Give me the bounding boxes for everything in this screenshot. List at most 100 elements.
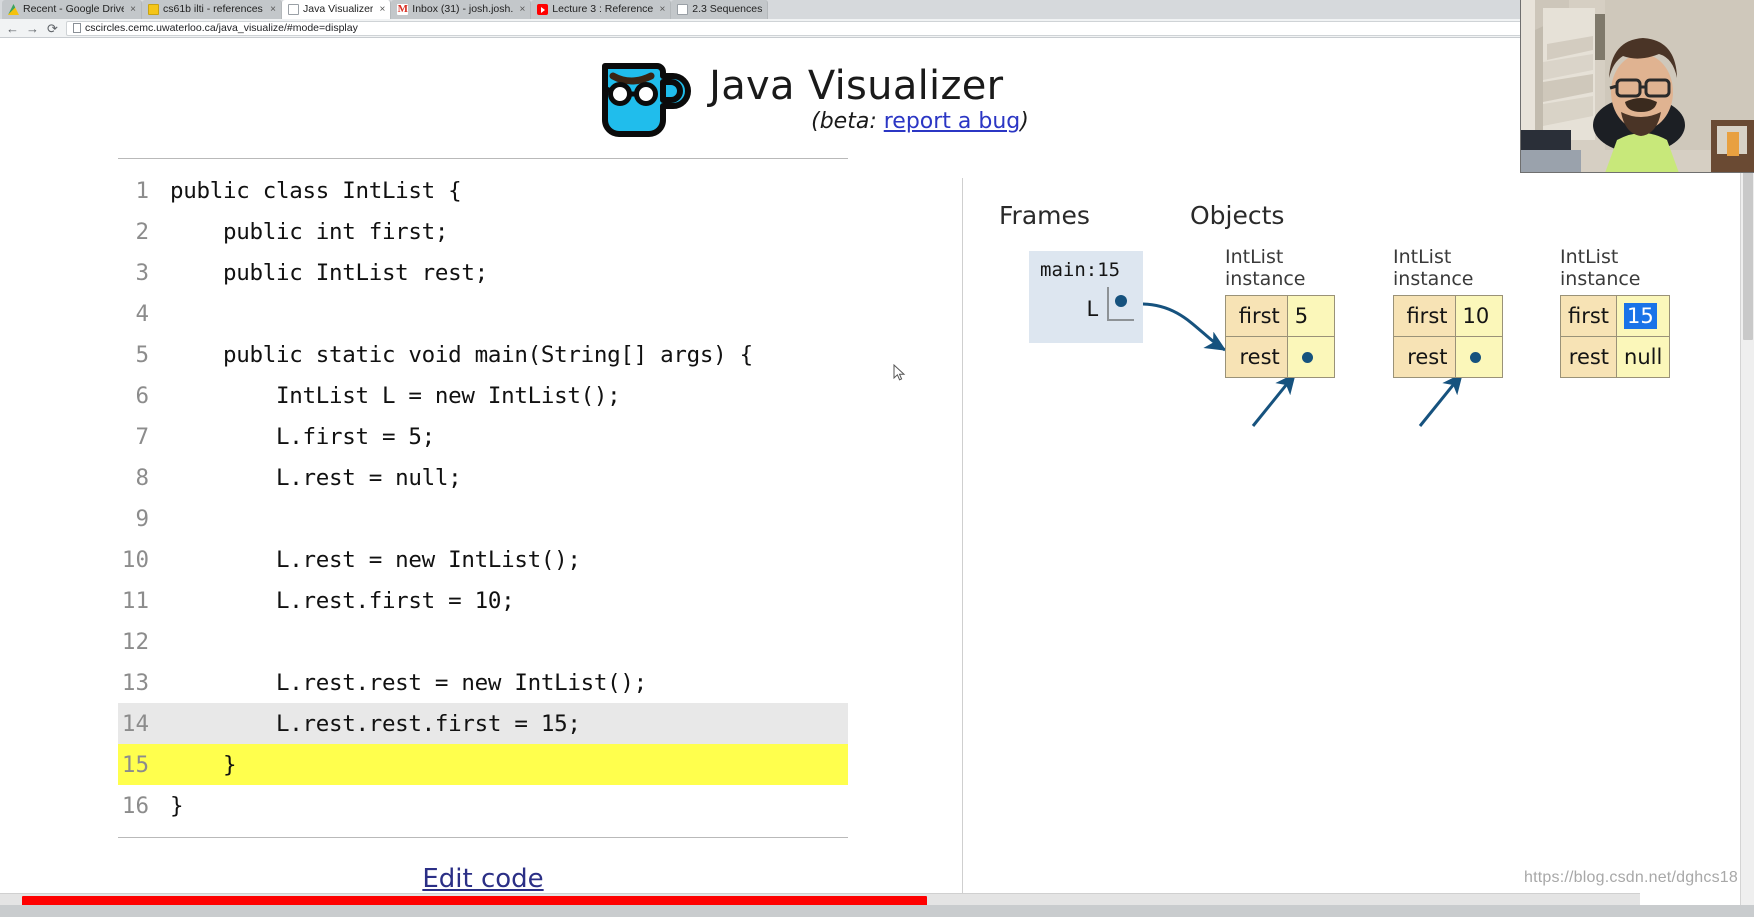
frame-variable-slot (1107, 287, 1134, 321)
code-line[interactable]: 8 L.rest = null; (118, 457, 848, 498)
object-field-name: first (1559, 295, 1618, 337)
code-line[interactable]: 6 IntList L = new IntList(); (118, 375, 848, 416)
close-icon[interactable]: × (377, 4, 385, 15)
reload-icon[interactable]: ⟳ (46, 19, 59, 38)
browser-tab[interactable]: Recent - Google Drive × (2, 0, 142, 19)
browser-nav-bar: ← → ⟳ cscircles.cemc.uwaterloo.ca/java_v… (0, 19, 1754, 38)
java-coffee-cup-glasses-icon (602, 63, 692, 137)
browser-tab[interactable]: Java Visualizer × (282, 0, 392, 19)
object-field-row: first 15 (1559, 295, 1671, 337)
beta-suffix: ) (1020, 109, 1029, 134)
gmail-icon: M (397, 3, 409, 15)
code-line-text: public class IntList { (170, 177, 462, 204)
report-a-bug-link[interactable]: report a bug (884, 109, 1021, 134)
code-line[interactable]: 11 L.rest.first = 10; (118, 580, 848, 621)
site-header: Java Visualizer (beta: report a bug) (0, 50, 1620, 142)
back-icon[interactable]: ← (6, 19, 19, 38)
youtube-icon (537, 4, 549, 15)
object-field-value[interactable] (1286, 336, 1336, 378)
code-line[interactable]: 16} (118, 785, 848, 826)
object-instance[interactable]: IntList instance first 5 rest (1225, 246, 1336, 378)
code-line-number: 10 (121, 546, 149, 573)
selected-value: 15 (1624, 303, 1657, 329)
object-instance[interactable]: IntList instance first 10 rest (1393, 246, 1503, 378)
forward-icon[interactable]: → (26, 19, 39, 38)
close-icon[interactable]: × (128, 4, 136, 15)
code-line[interactable]: 9 (118, 498, 848, 539)
browser-tab[interactable]: 2.3 Sequences (671, 0, 769, 19)
code-line-text: L.rest.rest = new IntList(); (170, 669, 647, 696)
address-bar-text: cscircles.cemc.uwaterloo.ca/java_visuali… (85, 21, 358, 34)
page-icon (677, 4, 689, 15)
object-field-name: first (1393, 295, 1456, 337)
code-line-number: 15 (121, 751, 149, 778)
frame-variable-name: L (1086, 296, 1099, 321)
browser-tab-title: Lecture 3 : References and (552, 3, 654, 15)
page-icon (288, 4, 299, 15)
page-info-icon (73, 23, 81, 33)
close-icon[interactable]: × (517, 4, 525, 15)
mouse-pointer-icon (893, 364, 906, 381)
object-field-value[interactable]: null (1616, 336, 1671, 378)
page-title: Java Visualizer (709, 63, 1004, 109)
object-field-value[interactable] (1454, 336, 1503, 378)
address-bar[interactable]: cscircles.cemc.uwaterloo.ca/java_visuali… (66, 20, 1746, 36)
object-field-name: rest (1225, 336, 1288, 378)
pointer-dot-icon (1301, 352, 1313, 363)
stack-frame-main[interactable]: main:15 L (1029, 251, 1143, 343)
code-line[interactable]: 10 L.rest = new IntList(); (118, 539, 848, 580)
browser-tab-title: cs61b ilti - references and (163, 3, 264, 15)
code-line-number: 8 (135, 464, 149, 491)
code-line[interactable]: 7 L.first = 5; (118, 416, 848, 457)
code-line-number: 9 (135, 505, 149, 532)
object-field-row: first 5 (1225, 295, 1336, 337)
code-line-number: 3 (135, 259, 149, 286)
objects-heading: Objects (1190, 201, 1285, 230)
code-line-number: 7 (135, 423, 149, 450)
site-title-block: Java Visualizer (beta: report a bug) (709, 50, 1029, 136)
code-line[interactable]: 4 (118, 293, 848, 334)
object-instance[interactable]: IntList instance first 15 rest null (1559, 246, 1671, 378)
code-line-text: L.first = 5; (170, 423, 435, 450)
code-panel: 1 public class IntList { 2 public int firs… (118, 158, 848, 894)
code-line[interactable]: 3 public IntList rest; (118, 252, 848, 293)
code-line-number: 6 (135, 382, 149, 409)
code-line[interactable]: 15 } (118, 744, 848, 785)
code-line-text: } (170, 751, 237, 778)
browser-tab[interactable]: cs61b ilti - references and × (142, 0, 282, 19)
pointer-dot-icon (1115, 295, 1127, 307)
frames-heading: Frames (999, 201, 1090, 230)
webcam-overlay (1520, 0, 1754, 173)
code-line[interactable]: 2 public int first; (118, 211, 848, 252)
edit-code-link[interactable]: Edit code (422, 864, 543, 894)
browser-tab-title: 2.3 Sequences (692, 3, 763, 15)
code-line[interactable]: 5 public static void main(String[] args)… (118, 334, 848, 375)
object-fields-table: first 15 rest null (1559, 295, 1671, 378)
beta-prefix: (beta: (811, 109, 884, 134)
code-line-number: 1 (135, 177, 149, 204)
browser-tab[interactable]: MInbox (31) - josh.josh.hug× (391, 0, 532, 19)
object-field-name: rest (1559, 336, 1618, 378)
browser-chrome: Recent - Google Drive × cs61b ilti - refer… (0, 0, 1754, 38)
close-icon[interactable]: × (657, 4, 665, 15)
code-line-number: 12 (121, 628, 149, 655)
object-field-value[interactable]: 5 (1286, 295, 1336, 337)
object-fields-table: first 5 rest (1225, 295, 1336, 378)
object-field-value[interactable]: 10 (1454, 295, 1503, 337)
code-line[interactable]: 14 L.rest.rest.first = 15; (118, 703, 848, 744)
browser-tab-strip: Recent - Google Drive × cs61b ilti - refer… (0, 0, 1754, 19)
object-caption: IntList instance (1560, 246, 1641, 290)
object-field-value[interactable]: 15 (1616, 295, 1671, 337)
code-line[interactable]: 12 (118, 621, 848, 662)
browser-tab-title: Inbox (31) - josh.josh.hug (412, 3, 514, 15)
code-line-text: L.rest = null; (170, 464, 462, 491)
object-field-name: rest (1393, 336, 1456, 378)
close-icon[interactable]: × (268, 4, 276, 15)
browser-tab[interactable]: Lecture 3 : References and× (531, 0, 672, 19)
frame-variable-row: L (1029, 287, 1143, 321)
object-field-row: rest (1393, 336, 1503, 378)
object-field-row: first 10 (1393, 295, 1503, 337)
page-content: Java Visualizer (beta: report a bug) 1 pu… (0, 38, 1754, 917)
code-line[interactable]: 1 public class IntList { (118, 170, 848, 211)
code-line[interactable]: 13 L.rest.rest = new IntList(); (118, 662, 848, 703)
